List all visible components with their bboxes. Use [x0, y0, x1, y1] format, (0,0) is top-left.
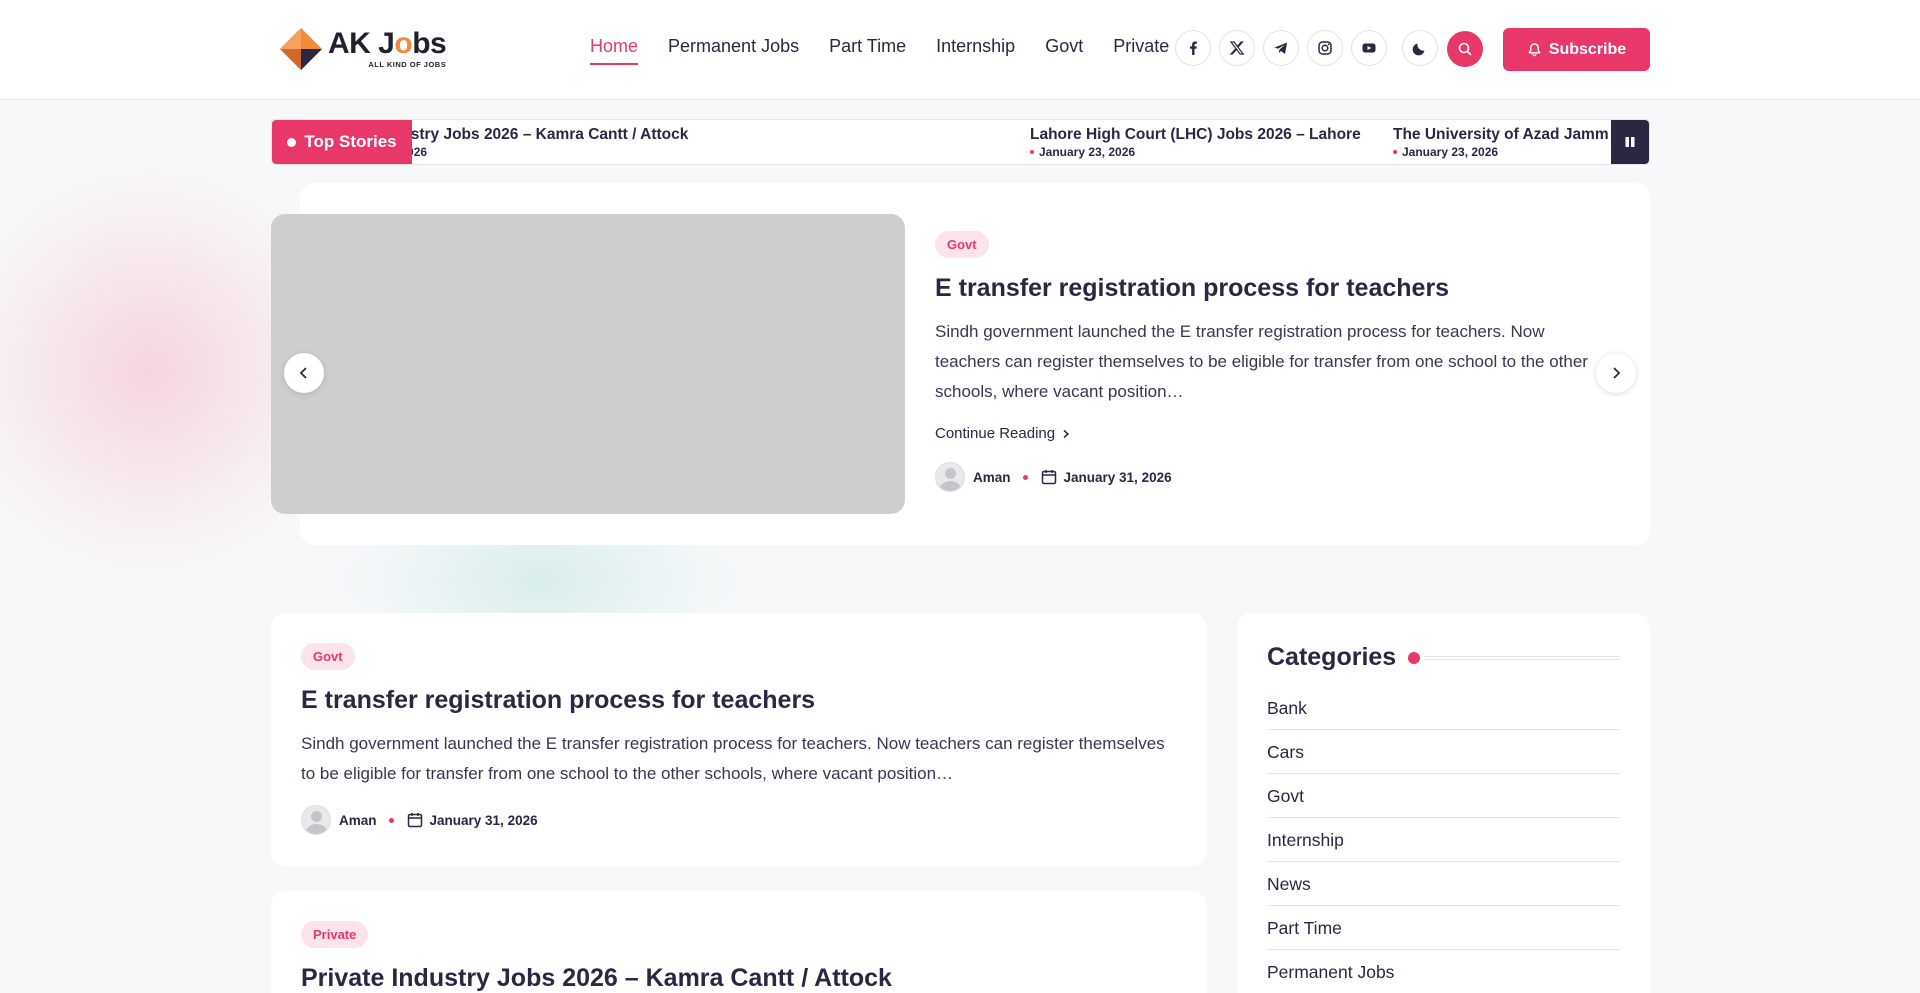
ticker-track: Private Industry Jobs 2026 – Kamra Cantt…: [412, 120, 1608, 164]
post-date: January 31, 2026: [429, 812, 538, 828]
telegram-icon[interactable]: [1263, 30, 1299, 66]
dark-mode-toggle[interactable]: [1402, 30, 1438, 66]
subscribe-label: Subscribe: [1548, 40, 1627, 58]
category-item-internship[interactable]: Internship: [1267, 818, 1620, 862]
site-header: AK Jobs ALL KIND OF JOBS Home Permanent …: [0, 0, 1920, 100]
category-list: Bank Cars Govt Internship News Part Time…: [1267, 686, 1620, 993]
post-meta: Aman January 31, 2026: [935, 462, 1605, 492]
post-meta: Aman January 31, 2026: [301, 805, 1176, 835]
main-nav: Home Permanent Jobs Part Time Internship…: [590, 36, 1169, 65]
category-badge[interactable]: Private: [301, 921, 369, 948]
hero-title[interactable]: E transfer registration process for teac…: [935, 274, 1605, 303]
avatar: [935, 462, 965, 492]
hero-content: Govt E transfer registration process for…: [935, 231, 1605, 492]
hero-image-placeholder[interactable]: [271, 214, 905, 514]
post-author[interactable]: Aman: [339, 813, 377, 828]
search-button[interactable]: [1447, 31, 1483, 67]
continue-reading-link[interactable]: Continue Reading: [935, 425, 1605, 442]
slider-prev-button[interactable]: [284, 353, 324, 393]
ticker-item[interactable]: The University of Azad Jammu and Kashmir…: [1393, 126, 1608, 159]
top-stories-ticker: Top Stories Private Industry Jobs 2026 –…: [271, 119, 1650, 165]
category-item-govt[interactable]: Govt: [1267, 774, 1620, 818]
post-title[interactable]: Private Industry Jobs 2026 – Kamra Cantt…: [301, 964, 1176, 993]
nav-item-permanent-jobs[interactable]: Permanent Jobs: [668, 36, 799, 65]
logo-title: AK Jobs: [328, 27, 447, 60]
category-badge[interactable]: Govt: [301, 643, 355, 670]
chevron-left-icon: [299, 367, 307, 379]
ticker-item[interactable]: Private Industry Jobs 2026 – Kamra Cantt…: [412, 126, 688, 159]
subscribe-button[interactable]: Subscribe: [1503, 28, 1650, 71]
category-item-part-time[interactable]: Part Time: [1267, 906, 1620, 950]
logo-mark-icon: [278, 26, 324, 72]
bell-icon: [1528, 43, 1541, 57]
nav-item-home[interactable]: Home: [590, 36, 639, 65]
facebook-icon[interactable]: [1175, 30, 1211, 66]
nav-item-part-time[interactable]: Part Time: [829, 36, 906, 65]
hero-excerpt: Sindh government launched the E transfer…: [935, 322, 1588, 401]
x-icon[interactable]: [1219, 30, 1255, 66]
category-item-bank[interactable]: Bank: [1267, 686, 1620, 730]
nav-item-private[interactable]: Private: [1113, 36, 1169, 65]
post-card: Private Private Industry Jobs 2026 – Kam…: [271, 891, 1206, 993]
post-card: Govt E transfer registration process for…: [271, 613, 1206, 866]
site-logo[interactable]: AK Jobs ALL KIND OF JOBS: [278, 26, 447, 72]
post-author[interactable]: Aman: [973, 470, 1011, 485]
ticker-label: Top Stories: [272, 120, 412, 164]
calendar-icon: [1041, 470, 1056, 485]
ticker-item[interactable]: Lahore High Court (LHC) Jobs 2026 – Laho…: [1030, 126, 1361, 159]
nav-item-internship[interactable]: Internship: [936, 36, 1015, 65]
post-excerpt: Sindh government launched the E transfer…: [301, 734, 1165, 783]
category-item-cars[interactable]: Cars: [1267, 730, 1620, 774]
ticker-pause-button[interactable]: [1611, 120, 1649, 164]
search-icon: [1458, 42, 1472, 56]
logo-tagline: ALL KIND OF JOBS: [368, 60, 447, 69]
calendar-icon: [407, 813, 422, 828]
category-item-permanent-jobs[interactable]: Permanent Jobs: [1267, 950, 1620, 993]
pause-icon: [1625, 137, 1635, 147]
avatar: [301, 805, 331, 835]
category-badge[interactable]: Govt: [935, 231, 989, 258]
post-date: January 31, 2026: [1063, 469, 1172, 485]
chevron-right-icon: [1613, 367, 1621, 379]
social-links: [1175, 30, 1387, 66]
categories-widget: Categories Bank Cars Govt Internship New…: [1237, 613, 1650, 993]
category-item-news[interactable]: News: [1267, 862, 1620, 906]
slider-next-button[interactable]: [1596, 353, 1636, 393]
moon-icon: [1412, 43, 1425, 56]
nav-item-govt[interactable]: Govt: [1045, 36, 1083, 65]
youtube-icon[interactable]: [1351, 30, 1387, 66]
chevron-right-icon: [1063, 429, 1070, 438]
post-title[interactable]: E transfer registration process for teac…: [301, 686, 1176, 715]
widget-title: Categories: [1267, 643, 1397, 671]
instagram-icon[interactable]: [1307, 30, 1343, 66]
